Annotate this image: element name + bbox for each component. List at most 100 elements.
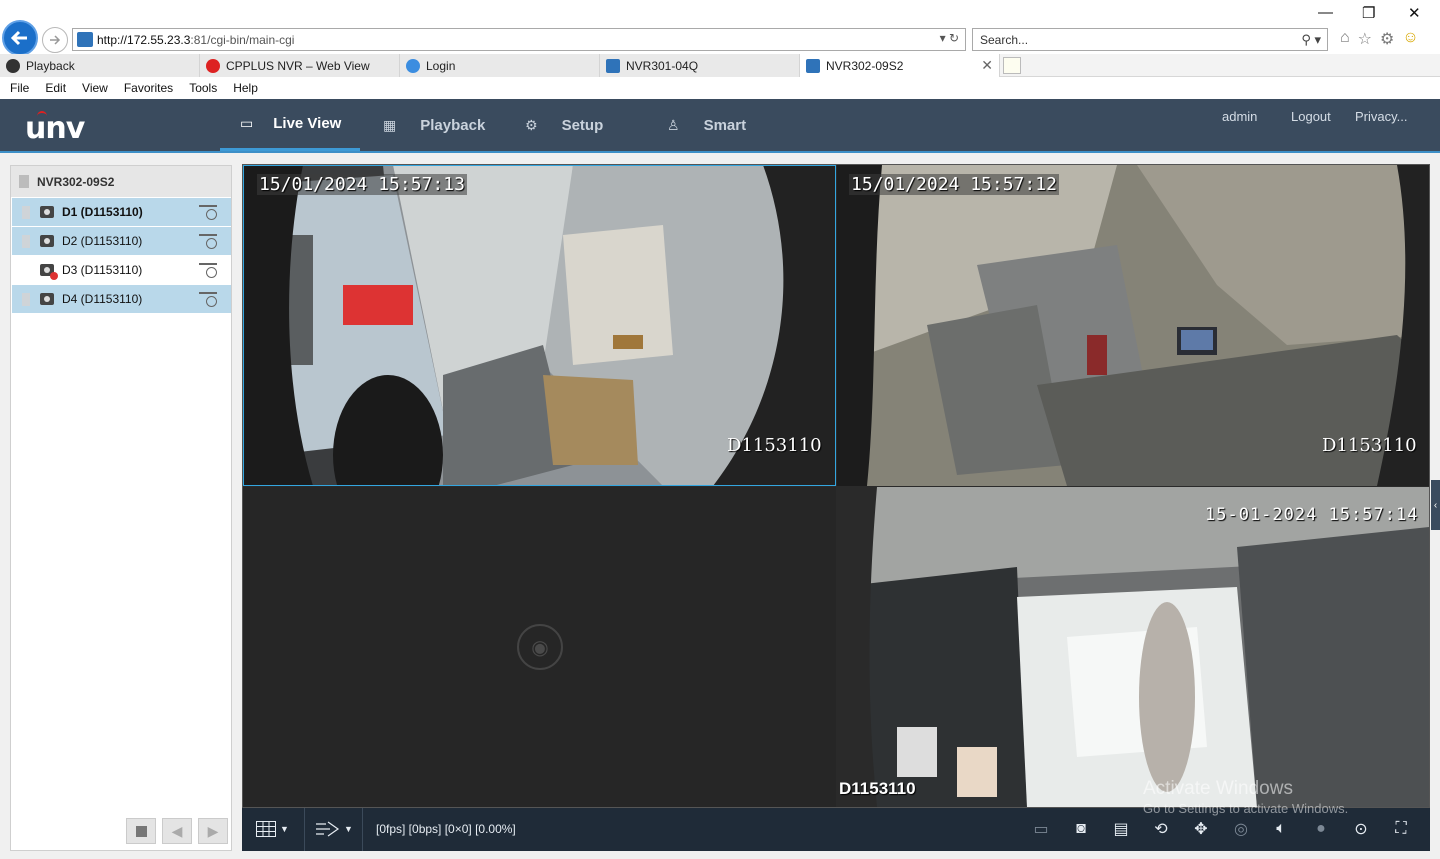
- video-pane-4[interactable]: 15-01-2024 15:57:14 D1153110: [837, 487, 1429, 807]
- fisheye-icon[interactable]: ◎: [1230, 818, 1252, 840]
- app-header: unv ▭ Live View ▦ Playback ⚙ Setup ♙ Sma…: [0, 99, 1440, 153]
- camera-id-osd: D1153110: [839, 779, 916, 798]
- camera-row-d1[interactable]: D1 (D1153110): [12, 198, 231, 226]
- record-schedule-icon[interactable]: [199, 234, 217, 249]
- search-icon[interactable]: ⚲: [1301, 32, 1311, 47]
- fullscreen-icon[interactable]: ⛶: [1390, 818, 1412, 840]
- new-tab-button[interactable]: [1003, 57, 1021, 74]
- privacy-link[interactable]: Privacy...: [1355, 109, 1408, 124]
- menu-favorites[interactable]: Favorites: [124, 81, 173, 95]
- record-clip-icon[interactable]: ▤: [1110, 818, 1132, 840]
- volume-icon[interactable]: 🔈︎: [1270, 818, 1292, 840]
- nav-label: Setup: [561, 116, 604, 134]
- chevron-down-icon: ▼: [344, 824, 353, 834]
- tab-nvr301[interactable]: NVR301-04Q: [600, 54, 800, 77]
- timestamp-osd: 15-01-2024 15:57:14: [1205, 505, 1419, 525]
- video-pane-1[interactable]: 15/01/2024 15:57:13 D1153110: [243, 165, 836, 486]
- search-placeholder: Search...: [980, 33, 1029, 47]
- close-window-button[interactable]: ✕: [1408, 4, 1421, 22]
- 3d-position-icon[interactable]: ⊙: [1350, 818, 1372, 840]
- restore-button[interactable]: ❐: [1362, 4, 1375, 22]
- arrow-left-icon: [10, 30, 27, 46]
- camera-icon: [40, 206, 54, 218]
- tab-playback[interactable]: Playback: [0, 54, 200, 77]
- device-name: NVR302-09S2: [37, 174, 115, 189]
- stream-select-button[interactable]: ▼: [316, 818, 353, 840]
- record-schedule-icon[interactable]: [199, 292, 217, 307]
- menu-edit[interactable]: Edit: [45, 81, 66, 95]
- screen-mode-icon[interactable]: ▭: [1030, 818, 1052, 840]
- record-schedule-icon[interactable]: [199, 205, 217, 220]
- smiley-feedback-icon[interactable]: ☺: [1402, 29, 1418, 51]
- menu-file[interactable]: File: [10, 81, 29, 95]
- nav-playback[interactable]: ▦ Playback: [383, 99, 485, 151]
- url-input[interactable]: http://172.55.23.3:81/cgi-bin/main-cgi ▾…: [72, 28, 966, 51]
- tab-nvr302[interactable]: NVR302-09S2 ✕: [800, 54, 1000, 77]
- menu-help[interactable]: Help: [233, 81, 258, 95]
- dropdown-icon[interactable]: ▾: [940, 31, 946, 45]
- tab-label: NVR301-04Q: [626, 58, 699, 73]
- drag-handle-icon[interactable]: [22, 234, 30, 248]
- camera-label: D2 (D1153110): [62, 234, 143, 248]
- tab-label: Playback: [26, 58, 75, 73]
- snapshot-camera-icon[interactable]: ◙: [1070, 818, 1092, 840]
- camera-icon: [40, 293, 54, 305]
- home-icon[interactable]: ⌂: [1340, 29, 1350, 51]
- camera-id-osd: D1153110: [727, 435, 822, 456]
- record-schedule-icon[interactable]: [199, 263, 217, 278]
- tab-login[interactable]: Login: [400, 54, 600, 77]
- back-button[interactable]: [2, 20, 38, 56]
- camera-row-d4[interactable]: D4 (D1153110): [12, 285, 231, 313]
- arrow-right-icon: [50, 35, 61, 45]
- live-view-grid: 15/01/2024 15:57:13 D1153110 15/01/2024 …: [242, 164, 1430, 808]
- menu-view[interactable]: View: [82, 81, 108, 95]
- nav-smart[interactable]: ♙ Smart: [667, 99, 746, 151]
- favorites-star-icon[interactable]: ☆: [1358, 29, 1372, 51]
- layout-grid-button[interactable]: ▼: [256, 818, 289, 840]
- collapse-panel-button[interactable]: ‹: [1431, 480, 1440, 530]
- video-pane-2[interactable]: 15/01/2024 15:57:12 D1153110: [837, 165, 1429, 486]
- search-input[interactable]: Search... ⚲ ▾: [972, 28, 1328, 51]
- search-dropdown-icon[interactable]: ▾: [1314, 32, 1321, 47]
- logo-arc-icon: [37, 111, 47, 116]
- url-path: :81/cgi-bin/main-cgi: [190, 33, 295, 47]
- drag-handle-icon[interactable]: [22, 205, 30, 219]
- browser-address-bar: http://172.55.23.3:81/cgi-bin/main-cgi ▾…: [0, 0, 1440, 56]
- minimize-button[interactable]: —: [1318, 4, 1333, 21]
- close-tab-icon[interactable]: ✕: [981, 57, 993, 74]
- menu-tools[interactable]: Tools: [189, 81, 217, 95]
- nav-live-view[interactable]: ▭ Live View: [220, 99, 360, 151]
- device-tree-root[interactable]: NVR302-09S2: [11, 166, 231, 197]
- logout-link[interactable]: Logout: [1291, 109, 1331, 124]
- digital-zoom-icon[interactable]: ⟲: [1150, 818, 1172, 840]
- tab-label: NVR302-09S2: [826, 58, 904, 73]
- cpplus-favicon-icon: [206, 58, 220, 73]
- film-icon: ▦: [383, 116, 397, 133]
- tab-label: Login: [426, 58, 456, 73]
- camera-row-d3[interactable]: D3 (D1153110): [12, 256, 231, 284]
- stop-all-button[interactable]: [126, 818, 156, 844]
- camera-row-d2[interactable]: D2 (D1153110): [12, 227, 231, 255]
- nav-setup[interactable]: ⚙ Setup: [525, 99, 603, 151]
- user-name: admin: [1222, 109, 1258, 124]
- ptz-control-icon[interactable]: ✥: [1190, 818, 1212, 840]
- nvr-favicon-icon: [606, 58, 620, 73]
- microphone-icon[interactable]: ●: [1310, 818, 1332, 840]
- next-page-button[interactable]: ▶: [198, 818, 228, 844]
- refresh-icon[interactable]: ↻: [949, 31, 959, 45]
- device-tree-panel: NVR302-09S2 D1 (D1153110) D2 (D1153110) …: [10, 165, 232, 851]
- tab-cpplus[interactable]: CPPLUS NVR – Web View: [200, 54, 400, 77]
- camera-icon: [40, 235, 54, 247]
- video-pane-3-empty[interactable]: ◉: [243, 487, 836, 807]
- forward-button[interactable]: [42, 27, 68, 53]
- tab-label: CPPLUS NVR – Web View: [226, 58, 370, 73]
- timestamp-osd: 15/01/2024 15:57:12: [849, 174, 1059, 195]
- drag-handle-icon[interactable]: [22, 292, 30, 306]
- grid-icon: [256, 821, 276, 837]
- settings-gear-icon[interactable]: ⚙: [1380, 29, 1394, 51]
- gear-icon: ⚙: [525, 116, 538, 133]
- prev-page-button[interactable]: ◀: [162, 818, 192, 844]
- unv-logo: unv: [25, 111, 85, 146]
- nav-label: Playback: [420, 116, 486, 134]
- camera-offline-icon: [40, 264, 58, 280]
